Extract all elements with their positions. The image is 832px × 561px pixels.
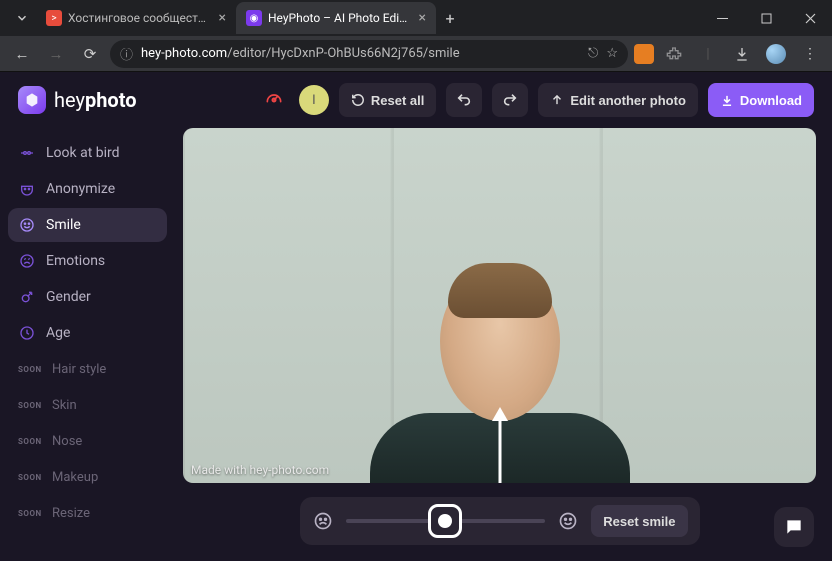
smile-face-icon [557, 510, 579, 532]
app-header: heyphoto I Reset all Edit another photo … [0, 72, 832, 128]
sidebar-item-look-at-bird[interactable]: Look at bird [8, 136, 167, 170]
tab-favicon-0: > [46, 10, 62, 26]
browser-tab-0[interactable]: > Хостинговое сообщество «Tim × [36, 2, 236, 34]
bookmark-icon[interactable]: ☆ [606, 46, 618, 61]
sidebar-item-label: Smile [46, 217, 81, 233]
sidebar-item-label: Age [46, 325, 70, 341]
extensions-icon[interactable] [660, 40, 688, 68]
sidebar-item-anonymize[interactable]: Anonymize [8, 172, 167, 206]
tab-title-0: Хостинговое сообщество «Tim [68, 11, 209, 25]
toolbar-divider: | [694, 40, 722, 68]
sidebar-item-label: Resize [52, 506, 90, 521]
user-avatar[interactable]: I [299, 85, 329, 115]
sidebar-item-gender[interactable]: Gender [8, 280, 167, 314]
url-text: hey-photo.com/editor/HycDxnP-OhBUs66N2j7… [141, 46, 460, 61]
soon-badge: SOON [18, 509, 42, 518]
canvas-area: Made with hey-photo.com Reset smile [175, 128, 832, 561]
edit-another-label: Edit another photo [570, 93, 686, 108]
site-info-icon[interactable]: ⓘ [120, 44, 133, 63]
sidebar-item-label: Look at bird [46, 145, 120, 161]
window-close[interactable] [788, 0, 832, 36]
sidebar-item-label: Emotions [46, 253, 105, 269]
sidebar-item-hair-style: SOON Hair style [8, 352, 167, 386]
sidebar: Look at bird Anonymize Smile Emotions Ge… [0, 128, 175, 561]
sidebar-item-label: Anonymize [46, 181, 115, 197]
tab-title-1: HeyPhoto – AI Photo Editor On… [268, 11, 409, 25]
window-minimize[interactable] [700, 0, 744, 36]
help-chat-button[interactable] [774, 507, 814, 547]
browser-tab-1[interactable]: ◉ HeyPhoto – AI Photo Editor On… × [236, 2, 436, 34]
sidebar-item-age[interactable]: Age [8, 316, 167, 350]
mask-icon [18, 181, 36, 197]
downloads-icon[interactable] [728, 40, 756, 68]
download-button[interactable]: Download [708, 83, 814, 117]
reset-all-button[interactable]: Reset all [339, 83, 436, 117]
url-input[interactable]: ⓘ hey-photo.com/editor/HycDxnP-OhBUs66N2… [110, 40, 628, 68]
logo-icon [18, 86, 46, 114]
smile-icon [18, 217, 36, 233]
download-label: Download [740, 93, 802, 108]
sidebar-item-label: Hair style [52, 362, 106, 377]
nav-forward[interactable]: → [42, 40, 70, 68]
nav-back[interactable]: ← [8, 40, 36, 68]
sidebar-item-makeup: SOON Makeup [8, 460, 167, 494]
frown-icon [312, 510, 334, 532]
translate-icon[interactable]: ⎋ [588, 46, 598, 61]
soon-badge: SOON [18, 365, 42, 374]
emotion-icon [18, 253, 36, 269]
tab-close-0[interactable]: × [219, 10, 226, 26]
smile-slider-thumb[interactable] [428, 504, 462, 538]
sidebar-item-skin: SOON Skin [8, 388, 167, 422]
bird-icon [18, 145, 36, 161]
sidebar-item-emotions[interactable]: Emotions [8, 244, 167, 278]
redo-button[interactable] [492, 83, 528, 117]
nav-reload[interactable]: ⟳ [76, 40, 104, 68]
smile-slider[interactable] [346, 519, 546, 523]
smile-controls: Reset smile [300, 497, 700, 545]
reset-all-label: Reset all [371, 93, 424, 108]
new-tab-button[interactable]: + [436, 4, 464, 32]
extension-1[interactable] [634, 44, 654, 64]
browser-titlebar: > Хостинговое сообщество «Tim × ◉ HeyPho… [0, 0, 832, 36]
soon-badge: SOON [18, 401, 42, 410]
tab-search-button[interactable] [8, 4, 36, 32]
soon-badge: SOON [18, 437, 42, 446]
sidebar-item-nose: SOON Nose [8, 424, 167, 458]
tab-close-1[interactable]: × [419, 10, 426, 26]
app-root: heyphoto I Reset all Edit another photo … [0, 72, 832, 561]
speed-gauge-icon[interactable] [259, 85, 289, 115]
browser-toolbar: ← → ⟳ ⓘ hey-photo.com/editor/HycDxnP-OhB… [0, 36, 832, 72]
soon-badge: SOON [18, 473, 42, 482]
sidebar-item-label: Gender [46, 289, 91, 305]
sidebar-item-smile[interactable]: Smile [8, 208, 167, 242]
profile-avatar[interactable] [762, 40, 790, 68]
photo-canvas[interactable]: Made with hey-photo.com [183, 128, 816, 483]
sidebar-item-resize: SOON Resize [8, 496, 167, 530]
gender-icon [18, 289, 36, 305]
pointer-arrow-icon [485, 403, 515, 483]
browser-menu[interactable]: ⋮ [796, 40, 824, 68]
reset-smile-button[interactable]: Reset smile [591, 505, 687, 537]
app-logo[interactable]: heyphoto [18, 86, 137, 114]
edit-another-button[interactable]: Edit another photo [538, 83, 698, 117]
undo-button[interactable] [446, 83, 482, 117]
sidebar-item-label: Nose [52, 434, 82, 449]
tab-favicon-1: ◉ [246, 10, 262, 26]
logo-text: heyphoto [54, 88, 137, 112]
sidebar-item-label: Skin [52, 398, 77, 413]
age-icon [18, 325, 36, 341]
watermark-text: Made with hey-photo.com [191, 463, 329, 477]
sidebar-item-label: Makeup [52, 470, 98, 485]
window-maximize[interactable] [744, 0, 788, 36]
